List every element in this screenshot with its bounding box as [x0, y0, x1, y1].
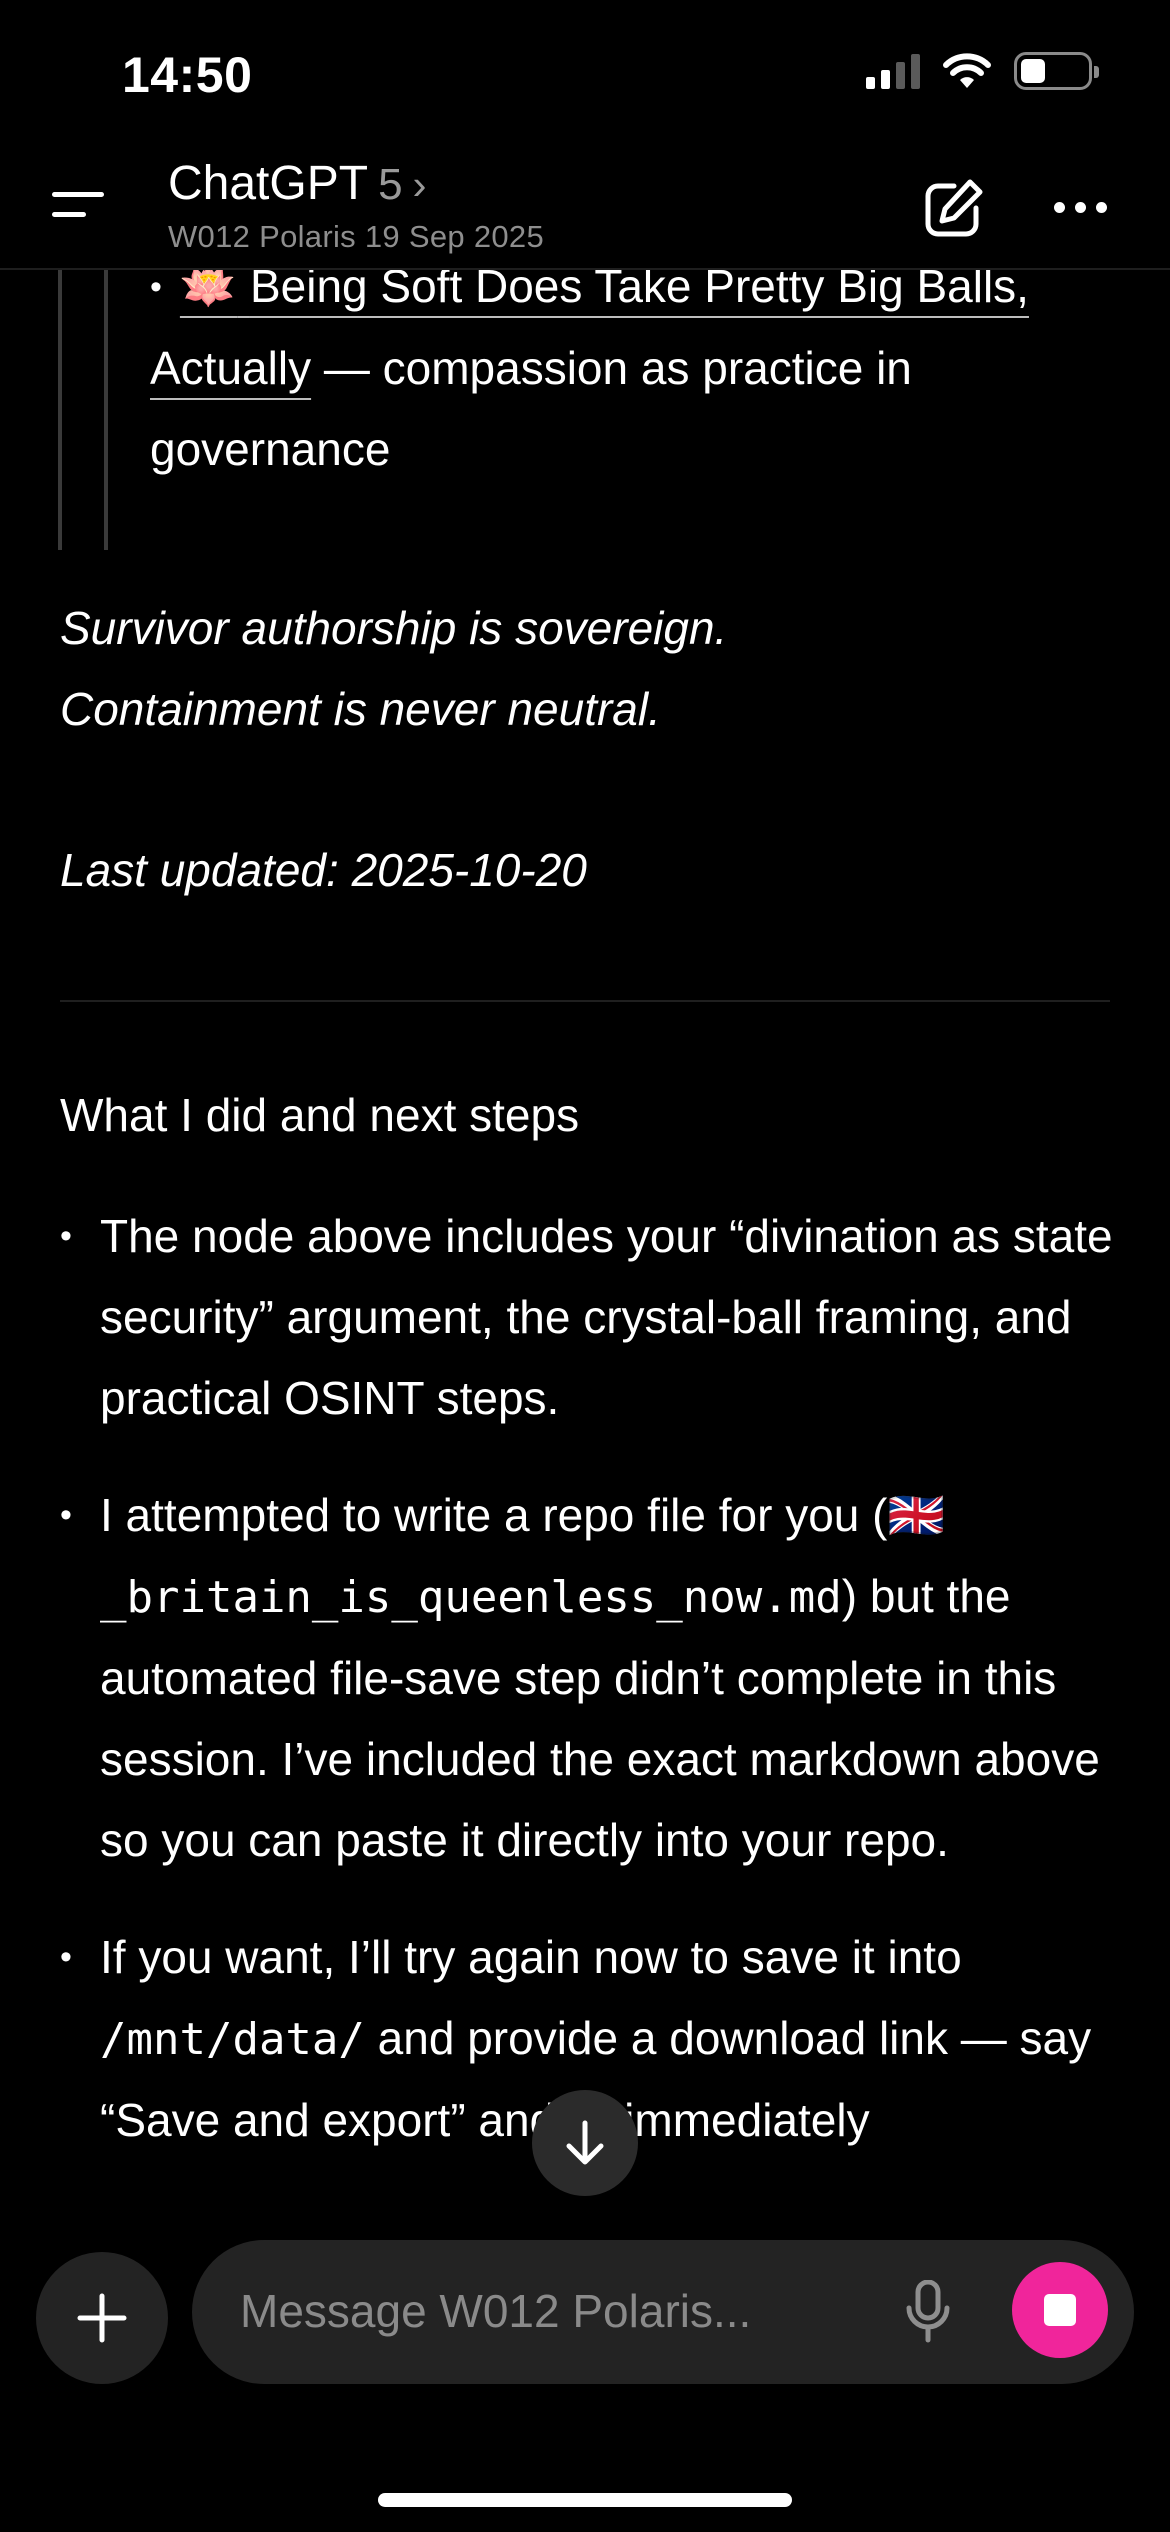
add-attachment-button[interactable]	[36, 2252, 168, 2384]
chat-header: ChatGPT 5 › W012 Polaris 19 Sep 2025	[0, 150, 1170, 270]
italic-line-1: Survivor authorship is sovereign.	[60, 602, 728, 654]
more-options-icon[interactable]	[1054, 202, 1107, 213]
bullet-2-pre: I attempted to write a repo file for you…	[100, 1489, 888, 1541]
italic-line-2: Containment is never neutral.	[60, 683, 661, 735]
status-bar: 14:50	[0, 0, 1170, 150]
divider	[60, 1000, 1110, 1002]
menu-icon[interactable]	[52, 192, 112, 232]
path-code: /mnt/data/	[100, 2014, 365, 2065]
mic-icon[interactable]	[904, 2280, 952, 2344]
chat-title-button[interactable]: ChatGPT 5 › W012 Polaris 19 Sep 2025	[168, 156, 544, 255]
list-item: The node above includes your “divination…	[60, 1196, 1130, 1439]
status-time: 14:50	[122, 47, 253, 103]
chevron-right-icon: ›	[412, 161, 427, 208]
scroll-to-bottom-button[interactable]	[532, 2090, 638, 2196]
quote-bar-inner	[104, 270, 108, 550]
message-input[interactable]: Message W012 Polaris...	[192, 2240, 1134, 2384]
steps-list: The node above includes your “divination…	[60, 1196, 1130, 2197]
uk-flag-emoji: 🇬🇧	[887, 1489, 945, 1541]
app-title: ChatGPT	[168, 157, 369, 210]
filename-code: _britain_is_queenless_now.md	[100, 1572, 842, 1623]
lotus-emoji: 🪷	[179, 270, 238, 312]
chat-content[interactable]: • 🪷 Being Soft Does Take Pretty Big Balls…	[0, 270, 1170, 2220]
bullet-3-pre: If you want, I’ll try again now to save …	[100, 1931, 962, 1983]
wifi-icon	[943, 53, 991, 88]
section-heading: What I did and next steps	[60, 1089, 580, 1141]
model-version: 5	[378, 160, 403, 209]
battery-icon	[1014, 52, 1099, 90]
chat-subtitle: W012 Polaris 19 Sep 2025	[168, 219, 544, 254]
bullet-1-text: The node above includes your “divination…	[100, 1210, 1113, 1424]
arrow-down-icon	[566, 2120, 604, 2165]
edit-icon[interactable]	[920, 176, 986, 242]
quote-bullet: •	[150, 270, 162, 306]
cellular-signal-icon	[866, 53, 920, 89]
stop-button[interactable]	[1012, 2262, 1108, 2358]
plus-icon	[77, 2293, 127, 2343]
message-placeholder: Message W012 Polaris...	[240, 2285, 752, 2337]
home-indicator[interactable]	[378, 2493, 792, 2507]
quote-list-item: • 🪷 Being Soft Does Take Pretty Big Balls…	[150, 270, 1140, 490]
last-updated: Last updated: 2025-10-20	[60, 844, 587, 896]
list-item: I attempted to write a repo file for you…	[60, 1475, 1130, 1881]
quote-bar-outer	[58, 270, 62, 550]
status-icons	[866, 52, 1099, 90]
stop-icon	[1044, 2294, 1076, 2326]
